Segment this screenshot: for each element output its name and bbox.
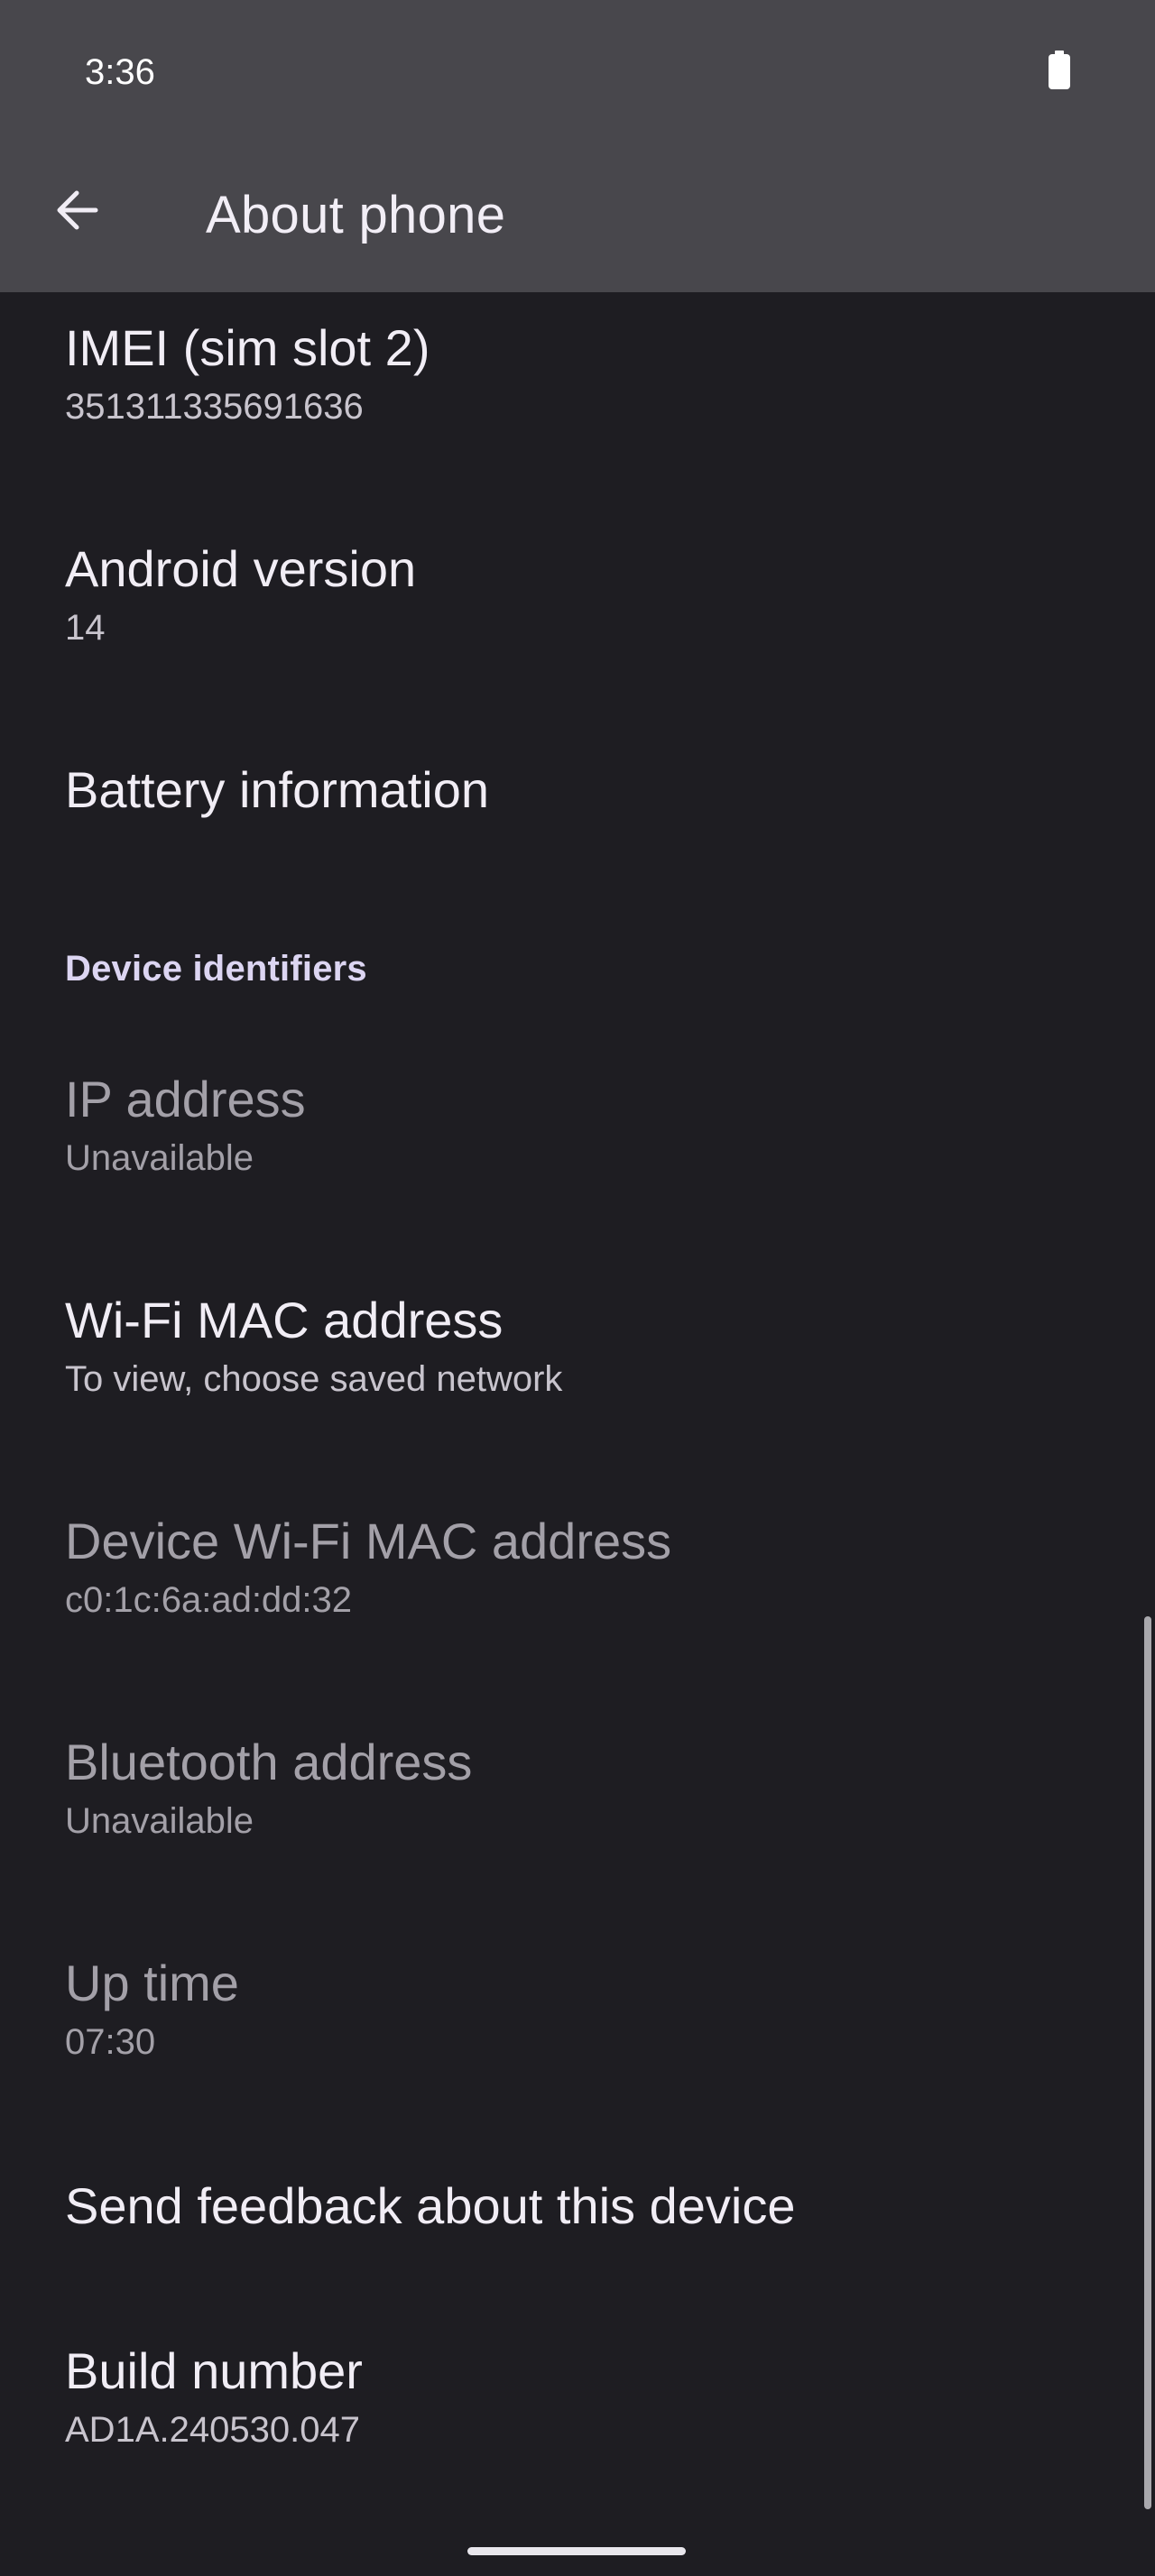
build-number-item[interactable]: Build number AD1A.240530.047	[65, 2341, 1103, 2452]
up-time-item: Up time 07:30	[65, 1954, 1103, 2064]
item-title: Build number	[65, 2342, 363, 2399]
arrow-back-icon	[52, 186, 101, 239]
item-title: Battery information	[65, 761, 489, 818]
item-summary: c0:1c:6a:ad:dd:32	[65, 1580, 353, 1620]
settings-screen: 3:36 About phone IMEI (sim slot 2) 35131…	[0, 0, 1155, 2576]
item-summary: 07:30	[65, 2022, 156, 2062]
item-title: Send feedback about this device	[65, 2177, 796, 2234]
battery-icon	[1047, 51, 1072, 90]
android-version-item[interactable]: Android version 14	[65, 539, 1103, 649]
page-title: About phone	[206, 186, 506, 244]
app-bar: 3:36 About phone	[0, 0, 1155, 292]
item-summary: AD1A.240530.047	[65, 2410, 360, 2450]
section-header-device-identifiers: Device identifiers	[65, 949, 367, 989]
item-summary: Unavailable	[65, 1801, 254, 1841]
status-bar-time: 3:36	[85, 52, 155, 92]
item-summary: 351311335691636	[65, 387, 364, 427]
gesture-nav-handle[interactable]	[467, 2547, 686, 2555]
item-summary: Unavailable	[65, 1138, 254, 1178]
ip-address-item: IP address Unavailable	[65, 1070, 1103, 1180]
item-title: Android version	[65, 540, 417, 597]
item-summary: To view, choose saved network	[65, 1359, 563, 1399]
device-wifi-mac-address-item: Device Wi-Fi MAC address c0:1c:6a:ad:dd:…	[65, 1512, 1103, 1622]
scrollbar-thumb[interactable]	[1144, 1616, 1151, 2509]
send-feedback-item[interactable]: Send feedback about this device	[65, 2176, 1103, 2236]
item-title: Bluetooth address	[65, 1734, 473, 1790]
bluetooth-address-item: Bluetooth address Unavailable	[65, 1733, 1103, 1843]
item-summary: 14	[65, 608, 106, 648]
item-title: Up time	[65, 1955, 239, 2011]
item-title: IP address	[65, 1071, 306, 1127]
battery-information-item[interactable]: Battery information	[65, 760, 1103, 820]
back-button[interactable]	[36, 171, 117, 253]
item-title: IMEI (sim slot 2)	[65, 319, 430, 376]
wifi-mac-address-item[interactable]: Wi-Fi MAC address To view, choose saved …	[65, 1291, 1103, 1401]
item-title: Wi-Fi MAC address	[65, 1292, 504, 1348]
item-title: Device Wi-Fi MAC address	[65, 1513, 672, 1569]
imei-sim-slot-2-item[interactable]: IMEI (sim slot 2) 351311335691636	[65, 318, 1103, 428]
